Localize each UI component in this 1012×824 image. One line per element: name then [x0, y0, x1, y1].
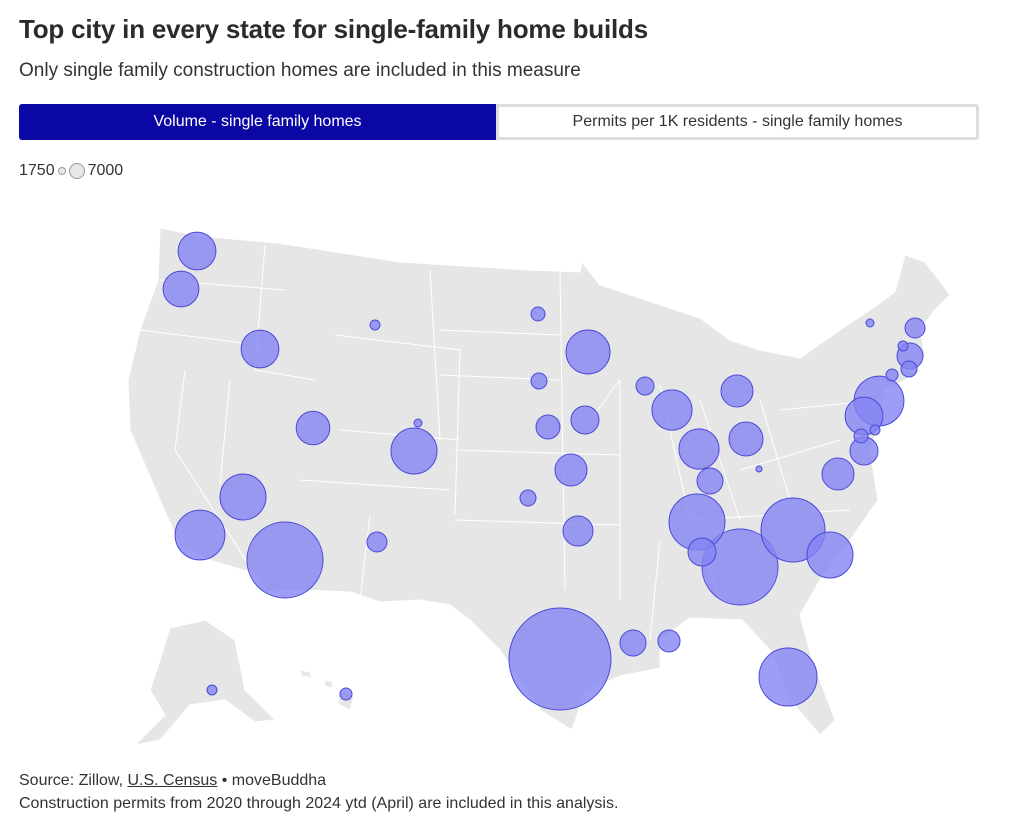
view-toggle: Volume - single family homes Permits per… — [19, 104, 979, 140]
bubble-ar[interactable] — [562, 515, 594, 547]
source-line: Source: Zillow, U.S. Census • moveBuddha — [19, 772, 326, 790]
bubble-co[interactable] — [390, 427, 438, 475]
bubble-id[interactable] — [240, 329, 280, 369]
bubble-wv[interactable] — [755, 465, 763, 473]
bubble-ca[interactable] — [174, 509, 226, 561]
source-link-census[interactable]: U.S. Census — [127, 772, 217, 789]
chart-container: Top city in every state for single-famil… — [0, 0, 1012, 824]
page-title: Top city in every state for single-famil… — [19, 14, 648, 44]
bubble-fl[interactable] — [758, 647, 818, 707]
bubble-oh[interactable] — [728, 421, 764, 457]
size-legend: 1750 7000 — [19, 162, 123, 180]
toggle-volume-button[interactable]: Volume - single family homes — [19, 104, 496, 140]
bubble-la[interactable] — [619, 629, 647, 657]
bubble-ri[interactable] — [900, 360, 918, 378]
bubble-ct[interactable] — [885, 368, 899, 382]
bubble-al[interactable] — [687, 537, 717, 567]
bubble-va[interactable] — [821, 457, 855, 491]
bubble-ak[interactable] — [206, 684, 218, 696]
bubble-nm[interactable] — [366, 531, 388, 553]
legend-min-label: 1750 — [19, 162, 55, 179]
bubble-wi[interactable] — [635, 376, 655, 396]
us-bubble-map — [127, 227, 951, 746]
bubble-mn[interactable] — [565, 329, 611, 375]
bubble-az[interactable] — [246, 521, 324, 599]
bubble-ok[interactable] — [519, 489, 537, 507]
source-suffix: • moveBuddha — [217, 772, 327, 789]
bubble-sd[interactable] — [530, 372, 548, 390]
bubble-nv[interactable] — [219, 473, 267, 521]
toggle-per-1k-button[interactable]: Permits per 1K residents - single family… — [496, 104, 979, 140]
source-prefix: Source: Zillow, — [19, 772, 128, 789]
bubble-ne[interactable] — [535, 414, 561, 440]
subtitle: Only single family construction homes ar… — [19, 60, 581, 81]
bubble-nh[interactable] — [897, 340, 909, 352]
bubble-il[interactable] — [651, 389, 693, 431]
legend-max-circle — [68, 163, 85, 179]
bubble-sc[interactable] — [806, 531, 854, 579]
bubble-dc[interactable] — [869, 424, 881, 436]
bubble-mt[interactable] — [369, 319, 381, 331]
footnote: Construction permits from 2020 through 2… — [19, 795, 619, 812]
alaska-shape — [133, 619, 277, 746]
legend-max-label: 7000 — [87, 162, 124, 179]
bubble-tx[interactable] — [508, 607, 612, 711]
bubble-vt[interactable] — [865, 318, 875, 328]
bubble-ia[interactable] — [570, 405, 600, 435]
bubble-ms[interactable] — [657, 629, 681, 653]
bubble-nd[interactable] — [530, 306, 546, 322]
bubble-in[interactable] — [678, 428, 720, 470]
bubble-mi[interactable] — [720, 374, 754, 408]
bubble-ut[interactable] — [295, 410, 331, 446]
bubble-me[interactable] — [904, 317, 926, 339]
bubble-hi[interactable] — [339, 687, 353, 701]
bubble-ky[interactable] — [696, 467, 724, 495]
bubble-or[interactable] — [162, 270, 200, 308]
bubble-wa[interactable] — [177, 231, 217, 271]
bubble-wy[interactable] — [413, 418, 423, 428]
bubble-de[interactable] — [853, 428, 869, 444]
bubble-ks[interactable] — [554, 453, 588, 487]
legend-min-circle — [57, 167, 66, 175]
